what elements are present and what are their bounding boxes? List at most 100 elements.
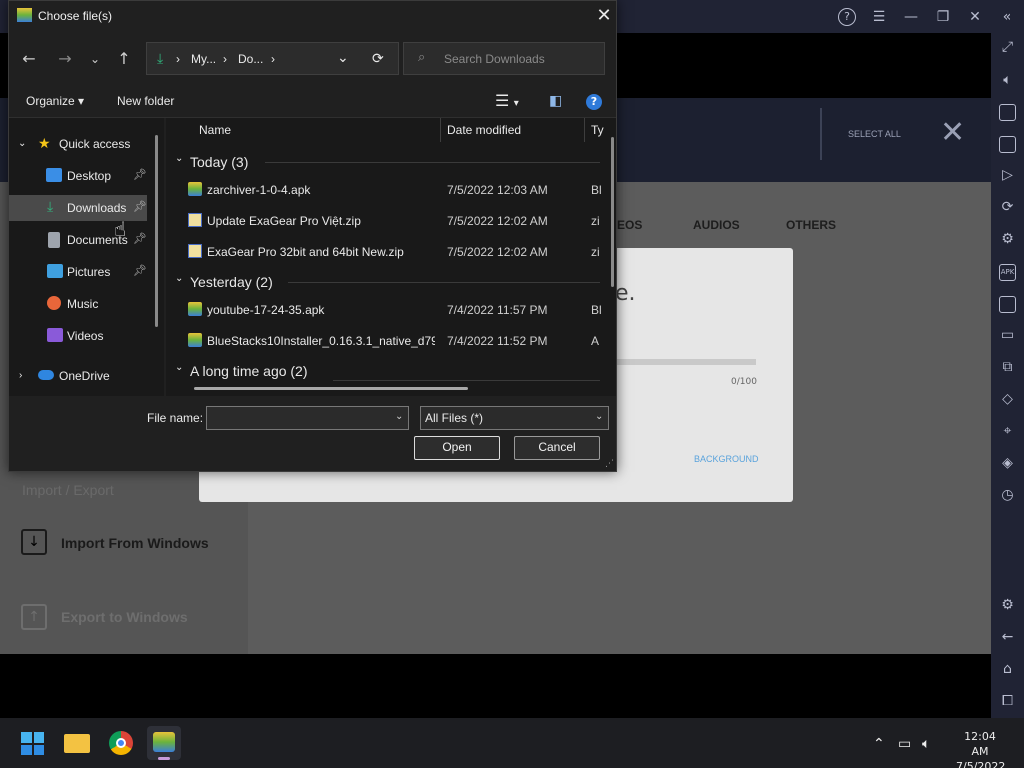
column-name[interactable]: Name [199,123,231,137]
nav-scrollbar[interactable] [155,135,158,327]
screenshot-icon[interactable] [999,296,1016,313]
close-icon[interactable]: ✕ [940,118,965,148]
star-icon: ★ [38,135,51,151]
collapse-sidebar-icon[interactable]: « [998,8,1016,26]
record-icon[interactable] [999,104,1016,121]
file-list-vertical-scrollbar[interactable] [611,137,614,287]
file-type: zi [591,245,600,259]
location-icon[interactable]: ⌖ [991,423,1024,439]
fullscreen-icon[interactable]: ⤢ [991,39,1024,55]
breadcrumb-my-pc[interactable]: My... [191,52,216,66]
file-type-select[interactable]: All Files (*) ⌄ [420,406,609,430]
refresh-icon[interactable]: ⟳ [372,50,384,67]
forward-arrow-icon[interactable]: → [55,49,75,68]
pin-icon: 📌︎ [133,264,147,277]
recent-locations-chevron-icon[interactable]: ⌄ [85,52,105,66]
select-all-button[interactable]: SELECT ALL [848,129,901,139]
start-icon[interactable] [21,732,44,755]
show-hidden-icons-chevron-icon[interactable]: ⌃ [873,736,885,752]
group-header-today[interactable]: Today (3) [190,154,248,170]
nav-item-onedrive[interactable]: › OneDrive [9,363,147,389]
mouse-cursor: ☝︎ [114,217,127,241]
multi-instance-icon[interactable]: ⚙︎ [991,231,1024,247]
nav-item-desktop[interactable]: Desktop 📌︎ [9,163,147,189]
apk-icon[interactable]: APK [999,264,1016,281]
group-collapse-chevron-icon[interactable]: ⌄ [175,273,183,284]
restore-icon[interactable]: ❐ [934,8,952,26]
tab-audios[interactable]: AUDIOS [693,218,740,232]
column-divider[interactable] [584,118,585,142]
export-to-windows-button[interactable]: Export to Windows [61,609,188,625]
column-type[interactable]: Ty [591,123,605,137]
volume-icon[interactable]: 🔈︎ [922,736,930,752]
help-icon[interactable]: ? [586,94,602,110]
up-arrow-icon[interactable]: ↑ [114,49,134,68]
clock-time: 12:04 AM [964,730,996,758]
preview-pane-icon[interactable]: ◧ [549,92,562,109]
network-icon[interactable]: ▭ [898,736,911,752]
modal-message: e. [615,281,636,306]
organize-menu[interactable]: Organize ▾ [26,94,84,108]
menu-icon[interactable]: ☰ [870,8,888,26]
layers-icon[interactable]: ◈ [991,455,1024,471]
group-header-long-time-ago[interactable]: A long time ago (2) [190,363,308,379]
import-from-windows-button[interactable]: Import From Windows [61,535,209,551]
address-dropdown-chevron-icon[interactable]: ⌄ [337,49,349,66]
search-input[interactable]: Search Downloads [444,52,545,66]
background-button[interactable]: BACKGROUND [694,454,759,464]
group-header-yesterday[interactable]: Yesterday (2) [190,274,273,290]
resize-grip-icon[interactable]: ⋰ [605,459,614,469]
nav-item-quick-access[interactable]: ⌄ ★ Quick access [9,131,147,157]
back-icon[interactable]: ← [991,629,1024,645]
cancel-button[interactable]: Cancel [514,436,600,460]
rotate-icon[interactable]: ⟳ [991,199,1024,215]
file-type-chevron-icon: ⌄ [595,411,604,422]
nav-item-videos[interactable]: Videos [9,323,147,349]
new-folder-button[interactable]: New folder [117,94,174,108]
resize-icon[interactable]: ⧉ [991,359,1024,375]
settings-icon[interactable]: ⚙︎ [991,597,1024,613]
open-button[interactable]: Open [414,436,500,460]
folder-icon[interactable]: ▭ [991,327,1024,343]
tab-videos[interactable]: EOS [617,218,642,232]
back-arrow-icon[interactable]: ← [19,49,39,68]
nav-item-pictures[interactable]: Pictures 📌︎ [9,259,147,285]
eco-mode-icon[interactable]: ◷ [991,487,1024,503]
minimize-icon[interactable]: — [902,8,920,26]
file-name-input[interactable]: ⌄ [206,406,409,430]
nav-item-downloads[interactable]: ⤓ Downloads 📌︎ [9,195,147,221]
column-divider[interactable] [440,118,441,142]
dialog-close-icon[interactable]: ✕ [594,5,614,27]
volume-icon[interactable]: 🔈︎ [991,72,1024,88]
recent-apps-icon[interactable]: ⧠ [991,693,1024,709]
macro-icon[interactable]: ▷ [991,167,1024,183]
nav-item-documents[interactable]: Documents 📌︎ [9,227,147,253]
file-explorer-icon[interactable] [60,726,94,760]
search-icon: ⌕ [418,50,426,65]
tab-others[interactable]: OTHERS [786,218,836,232]
chrome-icon[interactable] [104,726,138,760]
file-name-dropdown-chevron-icon[interactable]: ⌄ [395,411,403,422]
clock[interactable]: 12:04 AM 7/5/2022 [956,729,1005,768]
file-list-pane: Name Date modified Ty ⌄ Today (3) zarchi… [166,118,616,396]
document-icon [48,232,60,248]
keyboard-icon[interactable] [999,136,1016,153]
window-close-icon[interactable]: ✕ [966,8,984,26]
breadcrumb-separator: › [271,52,275,66]
address-bar[interactable]: ⤓ › My... › Do... › ⌄ ⟳ [146,42,399,75]
column-date-modified[interactable]: Date modified [447,123,521,137]
expand-chevron-icon[interactable]: ⌄ [18,138,26,149]
eraser-icon[interactable]: ◇ [991,391,1024,407]
file-list-horizontal-scrollbar[interactable] [194,387,468,390]
help-icon[interactable]: ? [838,8,856,26]
bluestacks-taskbar-icon[interactable] [147,726,181,760]
nav-item-music[interactable]: Music [9,291,147,317]
bluestacks-bottom-area [0,654,991,718]
home-icon[interactable]: ⌂ [991,661,1024,677]
view-options-icon[interactable]: ☰ ▾ [495,91,519,111]
search-box[interactable]: ⌕ Search Downloads [403,42,605,75]
group-collapse-chevron-icon[interactable]: ⌄ [175,153,183,164]
breadcrumb-downloads[interactable]: Do... [238,52,263,66]
expand-chevron-icon[interactable]: › [19,370,22,381]
group-collapse-chevron-icon[interactable]: ⌄ [175,362,183,373]
